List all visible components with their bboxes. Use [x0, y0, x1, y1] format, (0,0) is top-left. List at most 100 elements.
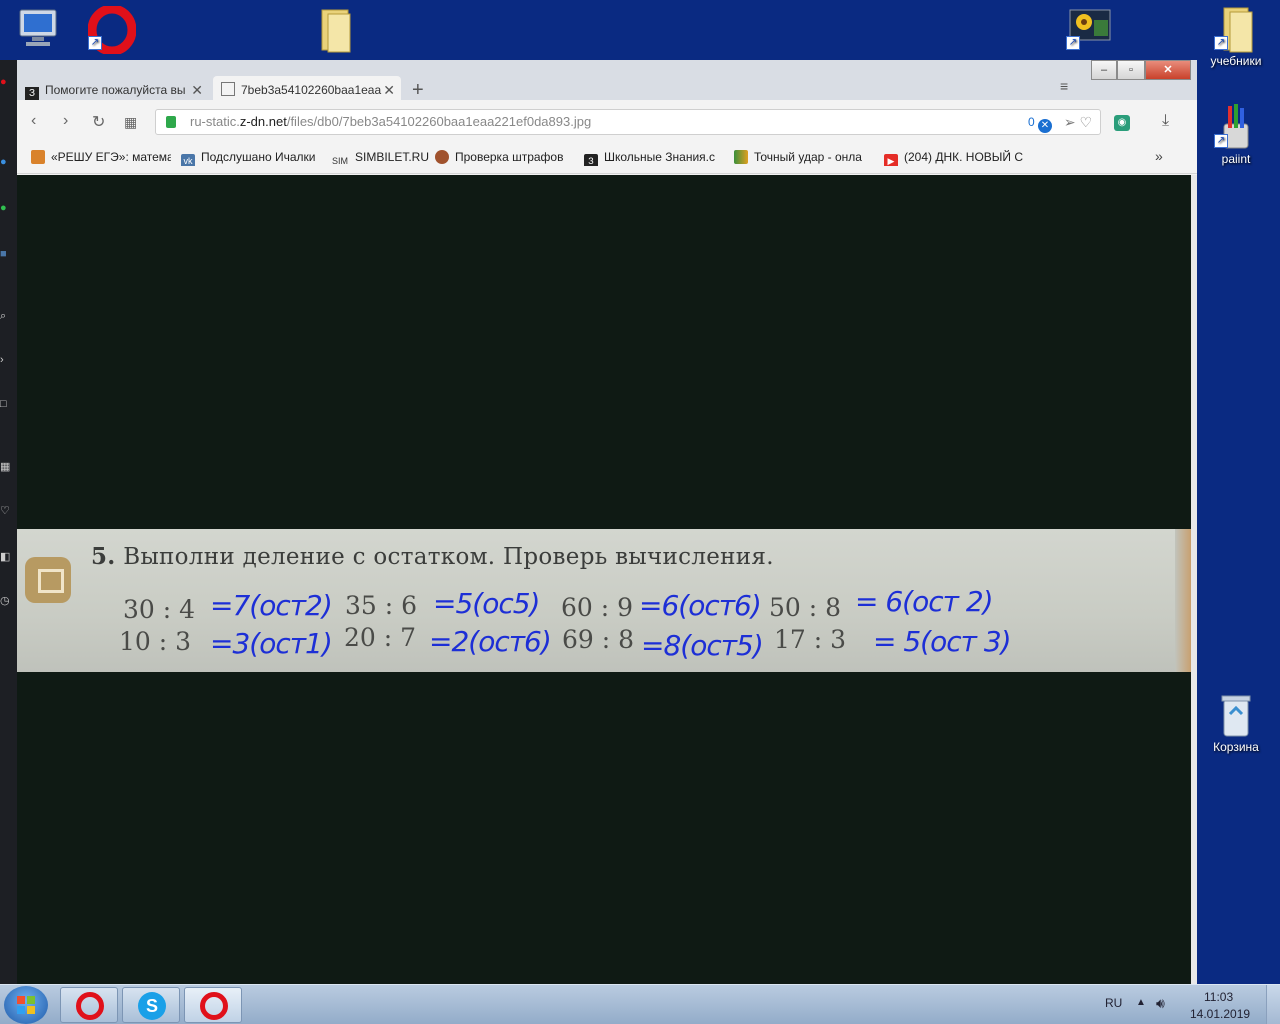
uchebniki-folder[interactable]: ↗ учебники: [1206, 6, 1266, 68]
skype-icon: S: [138, 992, 166, 1020]
handwritten-answer: =3(ост1): [210, 627, 333, 660]
handwritten-answer: =5(ос5): [433, 587, 540, 620]
bookmark-label: SIMBILET.RU: [355, 150, 430, 164]
adblock-counter[interactable]: 0 ✕: [1028, 110, 1052, 134]
opera-sidebar: ● ● ● ■ ⌕ › □ ▦ ♡ ◧ ◷: [0, 60, 17, 984]
taskbar-skype[interactable]: S: [122, 987, 180, 1023]
opera-desktop-icon[interactable]: ↗: [80, 4, 140, 56]
shortcut-arrow-icon: ↗: [1066, 36, 1080, 50]
tab-label: 7beb3a54102260baa1eaa: [241, 83, 382, 97]
folder-icon: [312, 6, 356, 53]
picture-shortcut-icon[interactable]: ↗: [1058, 6, 1118, 54]
show-desktop-button[interactable]: [1266, 985, 1280, 1024]
url-host: z-dn.net: [239, 114, 287, 129]
apps-icon[interactable]: ▦: [0, 460, 10, 473]
shortcut-arrow-icon: ↗: [88, 36, 102, 50]
adblock-count: 0: [1027, 115, 1035, 129]
folder-desktop-icon[interactable]: [304, 6, 364, 54]
minimize-button[interactable]: –: [1091, 60, 1117, 80]
expression: 35 : 6: [345, 591, 418, 620]
expression: 69 : 8: [562, 625, 635, 654]
handwritten-answer: =2(ост6): [429, 625, 552, 658]
taskbar: S RU ▲ 🔊︎ 11:03 14.01.2019: [0, 984, 1280, 1024]
bookmark-simbilet[interactable]: SIM SIMBILET.RU: [331, 150, 431, 166]
tab-label: Помогите пожалуйста вы: [45, 83, 186, 97]
computer-icon[interactable]: [8, 6, 68, 54]
shortcut-arrow-icon: ↗: [1214, 134, 1228, 148]
image-viewport: 5. Выполни деление с остатком. Проверь в…: [17, 175, 1191, 984]
bookmark-reshu-ege[interactable]: «РЕШУ ЕГЭ»: матема: [31, 150, 171, 166]
send-icon[interactable]: ›: [0, 354, 10, 366]
handwritten-answer: =7(ост2): [210, 589, 333, 622]
bookmarks-bar: «РЕШУ ЕГЭ»: матема vk Подслушано Ичалки S…: [17, 142, 1197, 174]
vk-icon[interactable]: ■: [0, 248, 10, 260]
paint-shortcut[interactable]: ↗ paiint: [1206, 104, 1266, 166]
forward-icon[interactable]: ›: [63, 112, 68, 130]
paint-brushes-icon: ↗: [1214, 104, 1258, 149]
vpn-icon[interactable]: ◉: [1114, 115, 1130, 131]
document-favicon-icon: [221, 82, 235, 96]
znania-icon: З: [584, 154, 598, 166]
opera-sidebar-icon[interactable]: ●: [0, 76, 10, 88]
new-tab-button[interactable]: +: [412, 78, 424, 102]
more-bookmarks-button[interactable]: »: [1155, 148, 1163, 164]
task-text: Выполни деление с остатком. Проверь вычи…: [123, 544, 774, 570]
vk-icon: vk: [181, 154, 195, 166]
opera-icon: [200, 992, 228, 1020]
messenger-icon[interactable]: ●: [0, 156, 10, 168]
history-icon[interactable]: ◧: [0, 550, 10, 563]
reload-icon[interactable]: ↻: [92, 112, 105, 132]
tabs-icon[interactable]: □: [0, 398, 10, 410]
whatsapp-icon[interactable]: ●: [0, 202, 10, 214]
bookmark-shkolnye-znania[interactable]: З Школьные Знания.с: [584, 150, 722, 166]
colorful-dots-icon: [734, 150, 748, 164]
clock-date[interactable]: 14.01.2019: [1190, 1007, 1250, 1021]
desktop-icon-label: Корзина: [1213, 740, 1259, 754]
window-edge: [1191, 175, 1197, 984]
taskbar-opera-active[interactable]: [184, 987, 242, 1023]
show-hidden-icons[interactable]: ▲: [1136, 997, 1146, 1008]
task-title: 5. Выполни деление с остатком. Проверь в…: [91, 543, 774, 570]
shortcut-arrow-icon: ↗: [1214, 36, 1228, 50]
recycle-bin[interactable]: Корзина: [1206, 692, 1266, 754]
address-bar: ‹ › ↻ ▦ ru-static.z-dn.net/files/db0/7be…: [17, 100, 1197, 142]
emblem-icon: [435, 150, 449, 164]
browser-window: З Помогите пожалуйста вы ✕ 7beb3a54102260…: [17, 60, 1197, 984]
folder-icon: ↗: [1214, 6, 1258, 53]
back-icon[interactable]: ‹: [31, 112, 36, 130]
clock-icon[interactable]: ◷: [0, 594, 10, 607]
taskbar-opera[interactable]: [60, 987, 118, 1023]
download-icon[interactable]: ⤓: [1162, 112, 1169, 130]
tab-menu-icon[interactable]: ≡: [1060, 78, 1074, 94]
photo-edge: [1175, 529, 1191, 672]
language-indicator[interactable]: RU: [1105, 996, 1122, 1010]
bookmark-podslushano[interactable]: vk Подслушано Ичалки: [181, 150, 321, 166]
url-actions: ➢ ♡: [1064, 110, 1092, 134]
bookmark-label: Школьные Знания.с: [604, 150, 716, 164]
start-button[interactable]: [4, 986, 48, 1024]
expression: 60 : 9: [561, 593, 634, 622]
bookmark-heart-icon[interactable]: ♡: [1079, 114, 1092, 130]
desktop-icon-label: учебники: [1210, 54, 1262, 68]
clock-time[interactable]: 11:03: [1204, 990, 1233, 1004]
recycle-bin-icon: [1214, 692, 1258, 737]
speed-dial-icon[interactable]: ▦: [124, 114, 137, 131]
opera-icon: [76, 992, 104, 1020]
close-window-button[interactable]: ✕: [1145, 60, 1191, 80]
bookmark-dnk[interactable]: ▶ (204) ДНК. НОВЫЙ С: [884, 150, 1024, 166]
bookmark-tochny-udar[interactable]: Точный удар - онла: [734, 150, 872, 166]
heart-icon[interactable]: ♡: [0, 504, 10, 517]
monitor-icon: [16, 6, 60, 50]
bookmark-label: (204) ДНК. НОВЫЙ С: [904, 150, 1024, 164]
task-number: 5.: [91, 543, 116, 570]
search-icon[interactable]: ⌕: [0, 310, 10, 322]
adblock-icon: ✕: [1038, 119, 1052, 133]
handwritten-answer: = 5(ост 3): [873, 625, 1012, 658]
maximize-button[interactable]: ▫: [1117, 60, 1145, 80]
bookmark-label: «РЕШУ ЕГЭ»: матема: [51, 150, 171, 164]
bookmark-proverka-shtrafov[interactable]: Проверка штрафов: [435, 150, 573, 166]
send-page-icon[interactable]: ➢: [1064, 114, 1076, 130]
volume-icon[interactable]: 🔊︎: [1156, 995, 1165, 1012]
url-field[interactable]: ru-static.z-dn.net/files/db0/7beb3a54102…: [155, 109, 1101, 135]
expression: 50 : 8: [769, 593, 842, 622]
